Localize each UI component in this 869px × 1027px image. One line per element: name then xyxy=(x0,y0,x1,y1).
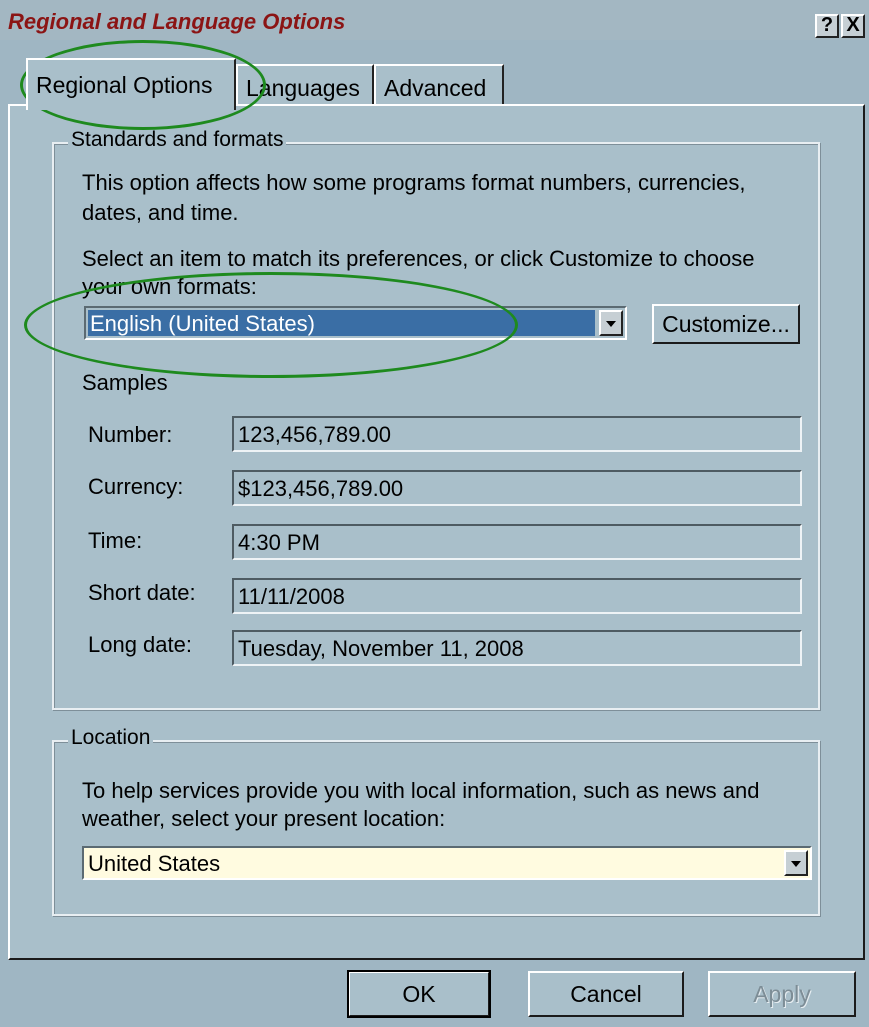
standards-description-line2: dates, and time. xyxy=(82,200,239,225)
sample-currency-value: $123,456,789.00 xyxy=(238,476,404,501)
sample-time-value: 4:30 PM xyxy=(238,530,320,555)
sample-label-number: Number: xyxy=(88,422,173,447)
format-select-value: English (United States) xyxy=(90,311,315,336)
samples-label: Samples xyxy=(82,370,168,395)
sample-label-short-date: Short date: xyxy=(88,580,196,605)
location-description-line1: To help services provide you with local … xyxy=(82,778,760,803)
cancel-button[interactable]: Cancel xyxy=(528,971,684,1017)
chevron-down-icon xyxy=(791,861,801,867)
sample-long-date-value: Tuesday, November 11, 2008 xyxy=(238,636,524,661)
location-select[interactable]: United States xyxy=(82,846,812,880)
sample-label-currency: Currency: xyxy=(88,474,184,499)
customize-button[interactable]: Customize... xyxy=(652,304,800,344)
sample-short-date-value: 11/11/2008 xyxy=(238,584,345,609)
sample-label-time: Time: xyxy=(88,528,143,553)
apply-button[interactable]: Apply xyxy=(708,971,856,1017)
close-button[interactable]: X xyxy=(841,14,865,38)
sample-number-field: 123,456,789.00 xyxy=(232,416,802,452)
sample-label-long-date: Long date: xyxy=(88,632,192,657)
tab-panel: Standards and formats This option affect… xyxy=(8,104,865,960)
sample-number-value: 123,456,789.00 xyxy=(238,422,391,447)
title-bar: Regional and Language Options ? X xyxy=(0,0,869,40)
tab-regional-options[interactable]: Regional Options xyxy=(26,58,236,110)
location-description-line2: weather, select your present location: xyxy=(82,806,446,831)
standards-description-line1: This option affects how some programs fo… xyxy=(82,170,746,195)
standards-group-label: Standards and formats xyxy=(68,128,287,152)
tab-languages[interactable]: Languages xyxy=(236,64,374,108)
tab-advanced[interactable]: Advanced xyxy=(374,64,504,108)
sample-time-field: 4:30 PM xyxy=(232,524,802,560)
sample-currency-field: $123,456,789.00 xyxy=(232,470,802,506)
format-select[interactable]: English (United States) xyxy=(84,306,627,340)
sample-short-date-field: 11/11/2008 xyxy=(232,578,802,614)
location-select-value: United States xyxy=(88,851,221,876)
format-dropdown-button[interactable] xyxy=(599,310,623,336)
location-group-label: Location xyxy=(68,726,154,750)
help-button[interactable]: ? xyxy=(815,14,839,38)
sample-long-date-field: Tuesday, November 11, 2008 xyxy=(232,630,802,666)
select-instruction-line2: your own formats: xyxy=(82,274,257,299)
select-instruction-line1: Select an item to match its preferences,… xyxy=(82,246,755,271)
chevron-down-icon xyxy=(606,321,616,327)
location-dropdown-button[interactable] xyxy=(784,850,808,876)
window-title: Regional and Language Options xyxy=(8,9,346,34)
ok-button[interactable]: OK xyxy=(347,970,491,1018)
